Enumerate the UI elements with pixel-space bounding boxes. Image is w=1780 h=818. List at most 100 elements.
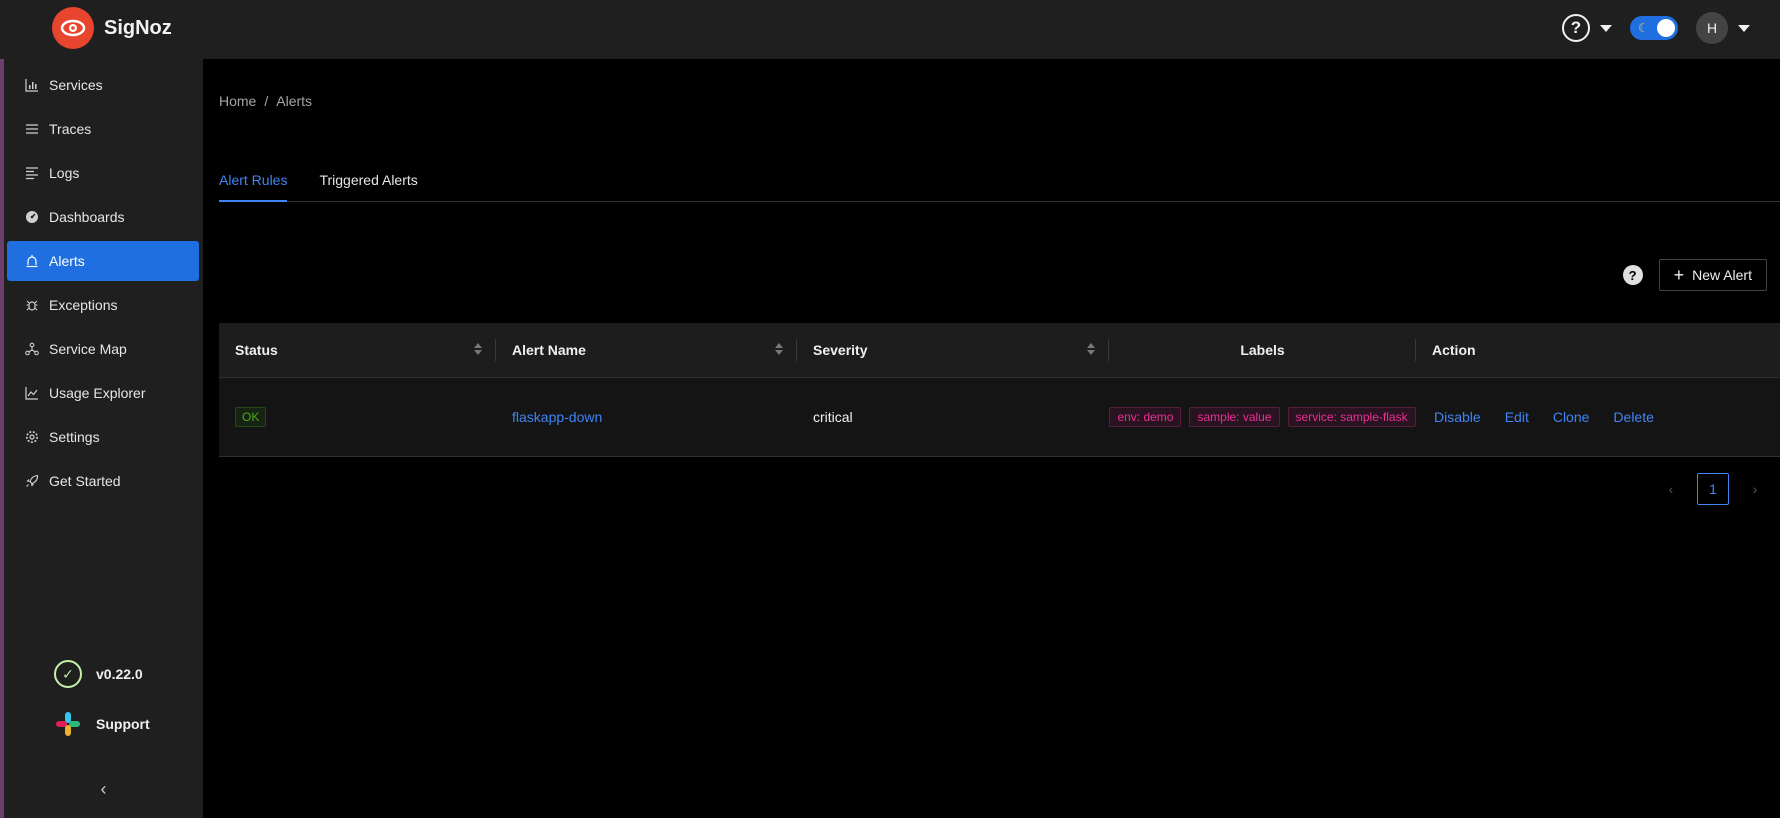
table-header: Status Alert Name Severity Labels Action — [219, 323, 1780, 378]
column-header-status[interactable]: Status — [219, 323, 496, 377]
tab-triggered-alerts[interactable]: Triggered Alerts — [319, 159, 417, 202]
main-content: Home / Alerts Alert Rules Triggered Aler… — [203, 59, 1780, 818]
column-title: Severity — [813, 342, 868, 358]
column-header-labels: Labels — [1109, 323, 1416, 377]
brand-name: SigNoz — [104, 16, 172, 39]
sidebar-item-alerts[interactable]: Alerts — [7, 241, 199, 281]
status-badge: OK — [235, 407, 267, 427]
label-tag: sample: value — [1189, 407, 1280, 427]
breadcrumb-home[interactable]: Home — [219, 93, 256, 109]
breadcrumb-separator: / — [264, 93, 269, 109]
sidebar-item-label: Get Started — [49, 473, 121, 489]
sidebar-item-label: Traces — [49, 121, 92, 137]
label-tag: env: demo — [1109, 407, 1182, 427]
breadcrumb: Home / Alerts — [219, 93, 312, 109]
support-label: Support — [96, 716, 150, 732]
sidebar-item-label: Exceptions — [49, 297, 118, 313]
sidebar-item-logs[interactable]: Logs — [7, 153, 199, 193]
sidebar-item-exceptions[interactable]: Exceptions — [7, 285, 199, 325]
alert-icon — [25, 254, 39, 268]
table-row: OK flaskapp-down critical env: demo samp… — [219, 378, 1780, 457]
sidebar-item-service-map[interactable]: Service Map — [7, 329, 199, 369]
sidebar-item-label: Services — [49, 77, 103, 93]
sidebar-item-dashboards[interactable]: Dashboards — [7, 197, 199, 237]
delete-button[interactable]: Delete — [1613, 409, 1653, 425]
line-chart-icon — [25, 386, 39, 400]
dashboard-icon — [25, 210, 39, 224]
sidebar-item-usage-explorer[interactable]: Usage Explorer — [7, 373, 199, 413]
labels-cell: env: demo sample: value service: sample-… — [1109, 378, 1416, 456]
sidebar-item-label: Logs — [49, 165, 80, 181]
column-title: Alert Name — [512, 342, 586, 358]
collapse-sidebar-button[interactable]: ‹ — [4, 770, 203, 808]
disable-button[interactable]: Disable — [1434, 409, 1481, 425]
column-title: Status — [235, 342, 278, 358]
column-header-action: Action — [1416, 323, 1780, 377]
support-link[interactable]: Support — [4, 704, 203, 744]
new-alert-label: New Alert — [1692, 267, 1752, 283]
sidebar-item-label: Service Map — [49, 341, 127, 357]
clone-button[interactable]: Clone — [1553, 409, 1590, 425]
sidebar-item-label: Settings — [49, 429, 100, 445]
label-tag: service: sample-flask — [1287, 407, 1416, 427]
gear-icon — [25, 430, 39, 444]
sidebar: Services Traces Logs Dashboards Alerts E… — [0, 59, 203, 818]
sidebar-item-label: Alerts — [49, 253, 85, 269]
column-title: Action — [1432, 342, 1476, 358]
caret-down-icon — [1600, 24, 1612, 32]
moon-icon: ☾ — [1638, 21, 1649, 35]
version-text: v0.22.0 — [96, 666, 143, 682]
question-icon: ? — [1562, 14, 1590, 42]
sidebar-item-services[interactable]: Services — [7, 65, 199, 105]
breadcrumb-current: Alerts — [276, 93, 313, 109]
edit-button[interactable]: Edit — [1505, 409, 1529, 425]
rocket-icon — [25, 474, 39, 488]
slack-icon — [54, 710, 82, 738]
sidebar-item-label: Usage Explorer — [49, 385, 146, 401]
tab-alert-rules[interactable]: Alert Rules — [219, 159, 288, 202]
page-1-button[interactable]: 1 — [1697, 473, 1729, 505]
bar-chart-icon — [25, 78, 39, 92]
alert-name-cell: flaskapp-down — [496, 378, 797, 456]
new-alert-button[interactable]: + New Alert — [1658, 259, 1767, 291]
avatar: H — [1696, 12, 1728, 44]
chevron-left-icon: ‹ — [100, 778, 107, 799]
sort-icon — [474, 343, 482, 355]
bug-icon — [25, 298, 39, 312]
menu-icon — [25, 122, 39, 136]
alerts-tabs: Alert Rules Triggered Alerts — [219, 159, 1780, 202]
sort-icon — [775, 343, 783, 355]
question-circle-icon[interactable]: ? — [1622, 265, 1643, 285]
sidebar-item-get-started[interactable]: Get Started — [7, 461, 199, 501]
next-page-button[interactable]: › — [1743, 473, 1767, 505]
version-indicator[interactable]: ✓ v0.22.0 — [4, 654, 203, 694]
sidebar-item-traces[interactable]: Traces — [7, 109, 199, 149]
alert-rules-table: Status Alert Name Severity Labels Action — [219, 323, 1780, 457]
help-menu[interactable]: ? — [1562, 14, 1612, 42]
plus-icon: + — [1673, 265, 1685, 285]
check-circle-icon: ✓ — [54, 660, 82, 688]
column-title: Labels — [1240, 342, 1285, 358]
status-cell: OK — [219, 378, 496, 456]
theme-toggle[interactable]: ☾ — [1630, 16, 1678, 40]
caret-down-icon — [1738, 24, 1750, 32]
prev-page-button[interactable]: ‹ — [1659, 473, 1683, 505]
column-header-alert-name[interactable]: Alert Name — [496, 323, 797, 377]
sidebar-item-settings[interactable]: Settings — [7, 417, 199, 457]
brand[interactable]: SigNoz — [52, 7, 172, 49]
pagination: ‹ 1 › — [1659, 473, 1767, 505]
deployment-unit-icon — [25, 342, 39, 356]
severity-value: critical — [813, 409, 853, 425]
column-header-severity[interactable]: Severity — [797, 323, 1109, 377]
sidebar-item-label: Dashboards — [49, 209, 125, 225]
toggle-knob — [1657, 19, 1675, 37]
user-menu[interactable]: H — [1696, 12, 1750, 44]
chevron-right-icon: › — [1752, 481, 1758, 497]
top-header: SigNoz ? ☾ H — [0, 0, 1780, 59]
signoz-logo-icon — [52, 7, 94, 49]
alert-name-link[interactable]: flaskapp-down — [512, 409, 602, 425]
severity-cell: critical — [797, 378, 1109, 456]
chevron-left-icon: ‹ — [1668, 481, 1674, 497]
actions-cell: Disable Edit Clone Delete — [1416, 378, 1780, 456]
sort-icon — [1087, 343, 1095, 355]
